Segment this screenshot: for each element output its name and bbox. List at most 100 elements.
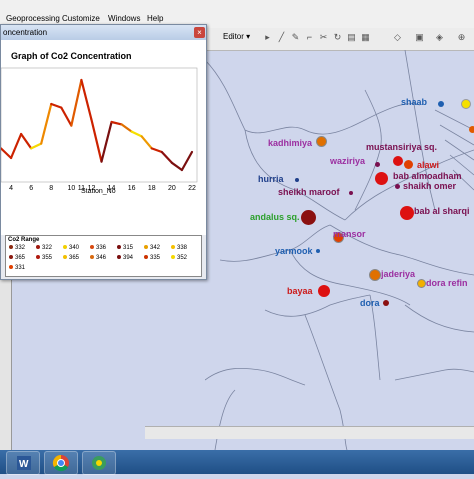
map-label-dora: dora — [360, 298, 380, 308]
map-label-bab-al-sharqi: bab al sharqi — [414, 206, 470, 216]
station-marker[interactable] — [375, 162, 380, 167]
map-label-kadhimiya: kadhimiya — [268, 138, 313, 148]
station-marker[interactable] — [400, 206, 414, 220]
legend-entry: 355 — [36, 255, 52, 261]
x-tick-label: 6 — [29, 185, 33, 192]
editor-dropdown[interactable]: Editor ▾ — [223, 32, 250, 41]
station-marker[interactable] — [301, 210, 316, 225]
x-tick-label: 10 — [67, 185, 75, 192]
legend-swatch — [9, 265, 13, 270]
plot-frame — [0, 67, 198, 183]
word-taskbar-button[interactable]: W — [6, 451, 40, 475]
station-marker[interactable] — [417, 279, 426, 288]
reshape-tool-icon[interactable]: ⌐ — [305, 33, 314, 42]
station-marker[interactable] — [318, 285, 330, 297]
map-label-andalus-sq: andalus sq. — [250, 212, 300, 222]
x-tick-label: 16 — [128, 185, 136, 192]
legend-entry: 342 — [144, 245, 160, 251]
legend-entry: 352 — [171, 255, 187, 261]
x-tick-label: 18 — [148, 185, 156, 192]
horizontal-scrollbar[interactable] — [145, 426, 474, 439]
x-tick-label: 20 — [168, 185, 176, 192]
station-marker[interactable] — [461, 99, 471, 109]
attributes-icon[interactable]: ▤ — [347, 33, 356, 42]
station-marker[interactable] — [295, 178, 299, 182]
zoom-icon[interactable]: ⊕ — [457, 33, 466, 42]
legend-swatch — [90, 255, 94, 260]
chart-legend: Co2 Range 332 322 340 336 315 342 338 365 355 365… — [5, 235, 202, 277]
map-view[interactable]: shaab kadhimiya mustansiriya sq. waziriy… — [204, 49, 474, 451]
menu-geoprocessing[interactable]: Geoprocessing — [6, 14, 60, 23]
legend-entry: 346 — [90, 255, 106, 261]
map-label-shaikh-omer: shaikh omer — [403, 181, 457, 191]
map-label-jaderiya: jaderiya — [381, 269, 416, 279]
legend-swatch — [63, 255, 67, 260]
legend-swatch — [117, 255, 121, 260]
close-button[interactable]: × — [194, 27, 205, 38]
legend-swatch — [9, 245, 13, 250]
edit-tool-icon[interactable]: ▸ — [263, 33, 272, 42]
legend-entry: 340 — [63, 245, 79, 251]
menu-windows[interactable]: Windows — [108, 14, 140, 23]
map-label-dora-refin: dora refin — [426, 278, 468, 288]
legend-entry: 336 — [90, 245, 106, 251]
line-tool-icon[interactable]: ╱ — [277, 33, 286, 42]
graph-window-title: oncentration — [3, 28, 48, 37]
map-label-bab-almoadham: bab almoadham — [393, 171, 462, 181]
legend-entry: 322 — [36, 245, 52, 251]
map-label-waziriya: waziriya — [330, 156, 366, 166]
map-label-sheikh-maroof: sheikh maroof — [278, 187, 340, 197]
editor-toolbar: Editor ▾ ▸ ╱ ✎ ⌐ ✂ ↻ ▤ ▦ ◇ ▣ ◈ ⊕ — [205, 28, 474, 51]
svg-text:W: W — [19, 459, 29, 470]
legend-entry: 394 — [117, 255, 133, 261]
station-marker[interactable] — [316, 249, 320, 253]
legend-swatch — [171, 255, 175, 260]
station-marker[interactable] — [393, 156, 403, 166]
map-label-alawi: alawi — [417, 160, 440, 170]
station-marker[interactable] — [404, 160, 413, 169]
legend-swatch — [63, 245, 67, 250]
map-boundaries — [204, 49, 474, 451]
station-marker[interactable] — [395, 184, 400, 189]
menu-customize[interactable]: Customize — [62, 14, 100, 23]
georef-icon[interactable]: ◇ — [393, 33, 402, 42]
map-label-yarmook: yarmook — [275, 246, 313, 256]
chrome-taskbar-button[interactable] — [44, 451, 78, 475]
legend-swatch — [144, 255, 148, 260]
station-marker[interactable] — [469, 126, 474, 133]
graph-title-bar[interactable]: oncentration × — [1, 25, 206, 40]
station-marker[interactable] — [316, 136, 327, 147]
legend-swatch — [171, 245, 175, 250]
map-label-mustansiriya: mustansiriya sq. — [366, 142, 438, 152]
x-tick-label: 22 — [188, 185, 196, 192]
station-marker[interactable] — [383, 300, 389, 306]
menu-help[interactable]: Help — [147, 14, 163, 23]
sketch-properties-icon[interactable]: ▦ — [361, 33, 370, 42]
map-label-shaab: shaab — [401, 97, 428, 107]
x-tick-label: 12 — [88, 185, 96, 192]
x-tick-label: 8 — [49, 185, 53, 192]
station-marker[interactable] — [349, 191, 353, 195]
graph-window[interactable]: oncentration × Graph of Co2 Concentratio… — [0, 24, 207, 280]
identify-icon[interactable]: ◈ — [435, 33, 444, 42]
vertex-tool-icon[interactable]: ✎ — [291, 33, 300, 42]
map-label-bayaa: bayaa — [287, 286, 313, 296]
legend-entry: 331 — [9, 265, 25, 271]
rotate-tool-icon[interactable]: ↻ — [333, 33, 342, 42]
legend-swatch — [90, 245, 94, 250]
station-marker[interactable] — [375, 172, 388, 185]
arcmap-taskbar-button[interactable] — [82, 451, 116, 475]
co2-line-chart: Graph of Co2 Concentration Station_No 46… — [0, 51, 198, 195]
station-marker[interactable] — [438, 101, 444, 107]
legend-swatch — [9, 255, 13, 260]
chart-area: Graph of Co2 Concentration Station_No 46… — [0, 40, 206, 235]
legend-entry: 335 — [144, 255, 160, 261]
station-marker[interactable] — [369, 269, 381, 281]
legend-entry: 332 — [9, 245, 25, 251]
x-tick-label: 14 — [108, 185, 116, 192]
cut-tool-icon[interactable]: ✂ — [319, 33, 328, 42]
layer-icon[interactable]: ▣ — [415, 33, 424, 42]
legend-swatch — [117, 245, 121, 250]
legend-entry: 365 — [63, 255, 79, 261]
taskbar: W — [0, 450, 474, 475]
